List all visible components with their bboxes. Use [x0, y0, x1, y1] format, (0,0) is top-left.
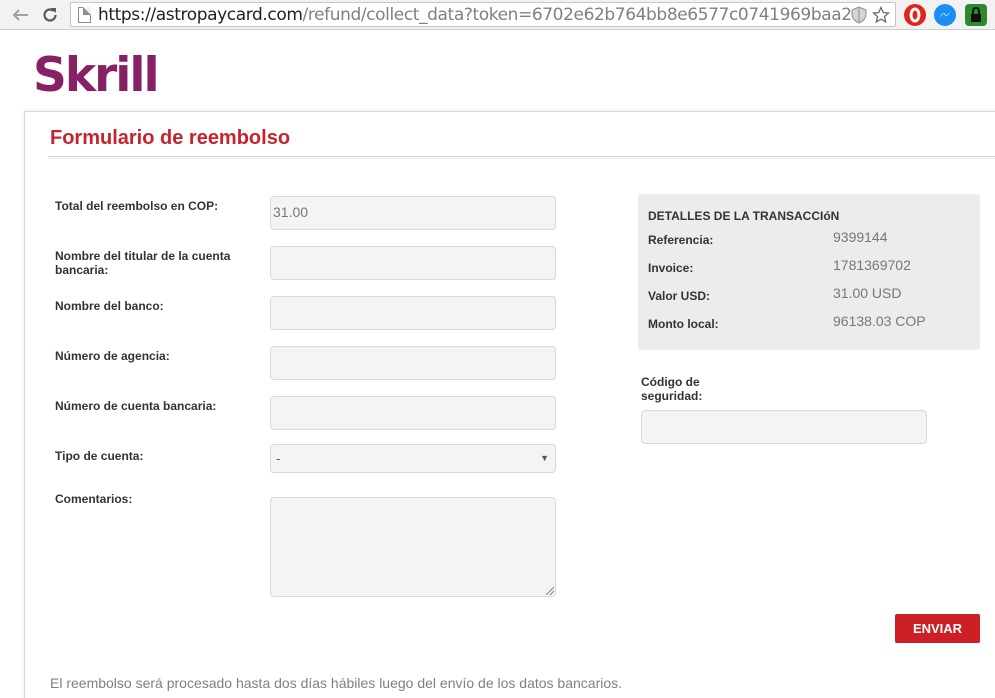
reference-value: 9399144 — [833, 229, 888, 245]
security-code-field[interactable] — [641, 410, 927, 444]
holder-label-line2: bancaria: — [55, 263, 109, 277]
resize-handle-icon[interactable] — [546, 587, 554, 595]
account-label: Número de cuenta bancaria: — [55, 399, 217, 413]
account-type-select[interactable]: - ▼ — [270, 444, 556, 473]
comments-textarea[interactable] — [270, 497, 556, 597]
submit-button[interactable]: ENVIAR — [895, 614, 980, 643]
total-label: Total del reembolso en COP: — [55, 199, 219, 213]
bank-label: Nombre del banco: — [55, 299, 164, 313]
account-type-selected: - — [276, 451, 281, 466]
total-field[interactable]: 31.00 — [270, 196, 556, 230]
chevron-down-icon: ▼ — [540, 453, 549, 463]
security-label-line1: Código de — [641, 375, 700, 389]
reference-label: Referencia: — [648, 233, 714, 247]
bank-name-field[interactable] — [270, 296, 556, 330]
browser-toolbar: https://astropaycard.com/refund/collect_… — [0, 0, 995, 30]
star-icon[interactable] — [871, 5, 891, 24]
title-divider-shadow — [48, 158, 995, 159]
holder-label: Nombre del titular de la cuenta bancaria… — [55, 249, 230, 277]
agency-label: Número de agencia: — [55, 349, 170, 363]
title-divider — [48, 156, 995, 157]
holder-label-line1: Nombre del titular de la cuenta — [55, 249, 231, 263]
shield-icon[interactable] — [850, 6, 868, 24]
page-icon — [78, 7, 91, 23]
usd-value: 31.00 USD — [833, 285, 902, 301]
comments-label: Comentarios: — [55, 492, 133, 506]
footer-note: El reembolso será procesado hasta dos dí… — [50, 675, 623, 691]
security-label-line2: seguridad: — [641, 389, 703, 403]
opera-icon[interactable] — [904, 4, 926, 26]
local-amount-value: 96138.03 COP — [833, 313, 926, 329]
account-number-field[interactable] — [270, 396, 556, 430]
lock-extension-icon[interactable] — [965, 4, 987, 26]
local-amount-label: Monto local: — [648, 317, 719, 331]
security-code-label: Código de seguridad: — [641, 375, 702, 403]
account-type-label: Tipo de cuenta: — [55, 449, 144, 463]
usd-value-label: Valor USD: — [648, 289, 711, 303]
address-bar[interactable]: https://astropaycard.com/refund/collect_… — [70, 2, 896, 27]
skrill-logo: Skrill — [33, 48, 160, 103]
invoice-label: Invoice: — [648, 261, 694, 275]
back-arrow-icon[interactable] — [8, 3, 32, 27]
page-title: Formulario de reembolso — [50, 127, 291, 149]
transaction-details: DETALLES DE LA TRANSACCIóN Referencia: 9… — [638, 194, 980, 350]
invoice-value: 1781369702 — [833, 257, 911, 273]
messenger-icon[interactable] — [934, 4, 956, 26]
reload-icon[interactable] — [38, 3, 62, 27]
transaction-title: DETALLES DE LA TRANSACCIóN — [648, 209, 840, 223]
holder-name-field[interactable] — [270, 246, 556, 280]
url-text[interactable]: https://astropaycard.com/refund/collect_… — [98, 5, 862, 25]
agency-number-field[interactable] — [270, 346, 556, 380]
